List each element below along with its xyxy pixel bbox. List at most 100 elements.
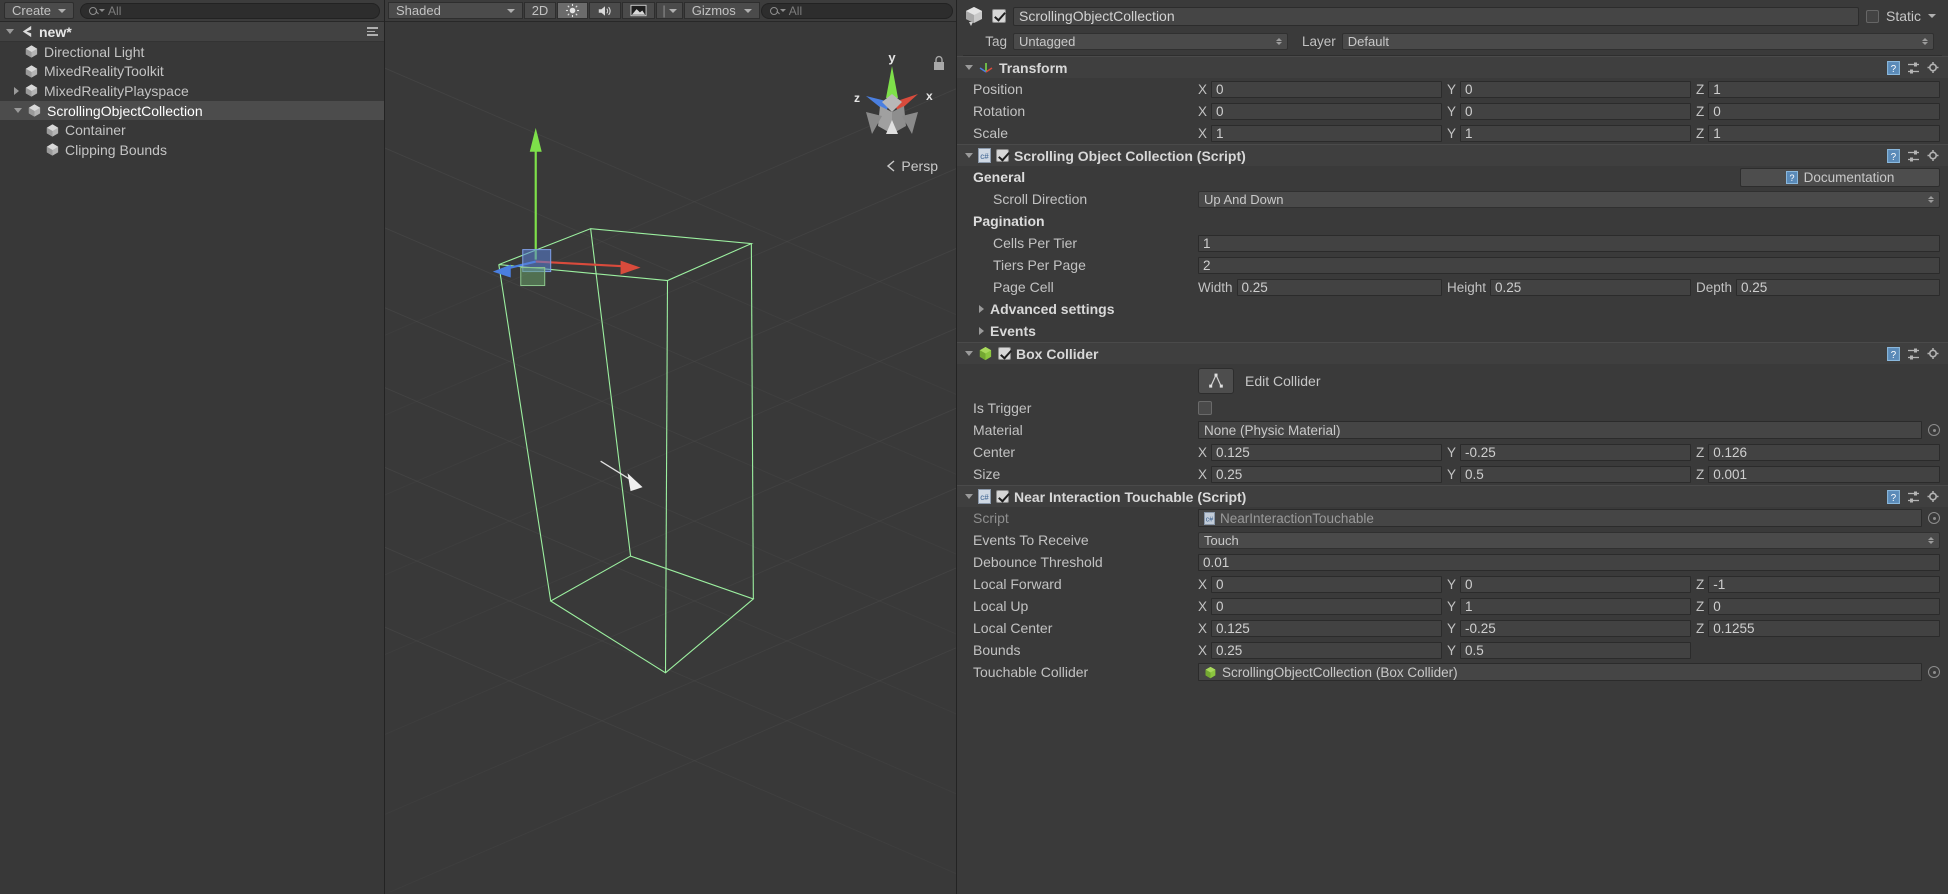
box-collider-header[interactable]: Box Collider ? bbox=[957, 343, 1948, 364]
hierarchy-item-5[interactable]: Clipping Bounds bbox=[0, 140, 384, 160]
center-z-input[interactable]: 0.126 bbox=[1708, 444, 1940, 461]
local-up-x-input[interactable]: 0 bbox=[1211, 598, 1442, 615]
shading-mode-dropdown[interactable]: Shaded bbox=[388, 2, 523, 19]
hierarchy-scene-row[interactable]: new* bbox=[0, 22, 384, 42]
transform-x-input[interactable]: 1 bbox=[1211, 125, 1442, 142]
local-up-y-input[interactable]: 1 bbox=[1460, 598, 1691, 615]
help-icon[interactable]: ? bbox=[1887, 149, 1900, 163]
help-icon[interactable]: ? bbox=[1887, 61, 1900, 75]
object-picker-icon[interactable] bbox=[1928, 666, 1940, 678]
hierarchy-item-0[interactable]: Directional Light bbox=[0, 42, 384, 62]
transform-x-input[interactable]: 0 bbox=[1211, 103, 1442, 120]
scrolling-collection-enabled-checkbox[interactable] bbox=[996, 149, 1009, 162]
hierarchy-item-4[interactable]: Container bbox=[0, 120, 384, 140]
page-cell-height-input[interactable]: 0.25 bbox=[1490, 279, 1691, 296]
is-trigger-checkbox[interactable] bbox=[1198, 401, 1212, 415]
layer-dropdown[interactable]: Default bbox=[1342, 33, 1934, 50]
transform-y-input[interactable]: 0 bbox=[1460, 103, 1691, 120]
lock-icon[interactable] bbox=[932, 55, 946, 71]
edit-collider-button[interactable] bbox=[1198, 368, 1234, 394]
scroll-direction-dropdown[interactable]: Up And Down bbox=[1198, 191, 1940, 208]
chevron-down-icon[interactable] bbox=[965, 351, 973, 356]
local-center-x-input[interactable]: 0.125 bbox=[1211, 620, 1442, 637]
scene-search-input[interactable]: All bbox=[761, 3, 953, 19]
box-collider-enabled-checkbox[interactable] bbox=[998, 347, 1011, 360]
chevron-right-icon[interactable] bbox=[14, 87, 19, 95]
help-icon[interactable]: ? bbox=[1887, 490, 1900, 504]
transform-z-input[interactable]: 1 bbox=[1708, 81, 1940, 98]
size-x-input[interactable]: 0.25 bbox=[1211, 466, 1442, 483]
local-center-y-input[interactable]: -0.25 bbox=[1460, 620, 1691, 637]
bounds-y-input[interactable]: 0.5 bbox=[1460, 642, 1691, 659]
size-z-input[interactable]: 0.001 bbox=[1708, 466, 1940, 483]
static-checkbox[interactable] bbox=[1866, 10, 1879, 23]
size-label: Size bbox=[973, 466, 1198, 482]
object-enabled-checkbox[interactable] bbox=[992, 9, 1006, 23]
events-to-receive-dropdown[interactable]: Touch bbox=[1198, 532, 1940, 549]
chevron-down-icon[interactable] bbox=[965, 65, 973, 70]
preset-icon[interactable] bbox=[1907, 149, 1920, 163]
toggle-2d-button[interactable]: 2D bbox=[524, 2, 557, 19]
gizmos-dropdown[interactable]: Gizmos bbox=[684, 2, 760, 19]
tag-dropdown[interactable]: Untagged bbox=[1013, 33, 1288, 50]
scrolling-collection-header[interactable]: c# Scrolling Object Collection (Script) … bbox=[957, 145, 1948, 166]
tiers-per-page-input[interactable]: 2 bbox=[1198, 257, 1940, 274]
near-interaction-header[interactable]: c# Near Interaction Touchable (Script) ? bbox=[957, 486, 1948, 507]
preset-icon[interactable] bbox=[1907, 490, 1920, 504]
near-interaction-enabled-checkbox[interactable] bbox=[996, 490, 1009, 503]
scene-audio-button[interactable] bbox=[589, 2, 621, 19]
hierarchy-item-2[interactable]: MixedRealityPlayspace bbox=[0, 81, 384, 101]
center-y-input[interactable]: -0.25 bbox=[1460, 444, 1691, 461]
transform-z-input[interactable]: 1 bbox=[1708, 125, 1940, 142]
cells-per-tier-input[interactable]: 1 bbox=[1198, 235, 1940, 252]
material-object-field[interactable]: None (Physic Material) bbox=[1198, 421, 1922, 439]
hierarchy-item-3[interactable]: ScrollingObjectCollection bbox=[0, 101, 384, 121]
scene-fx-button[interactable] bbox=[622, 2, 655, 19]
local-up-z-input[interactable]: 0 bbox=[1708, 598, 1940, 615]
chevron-down-icon[interactable] bbox=[6, 29, 14, 34]
help-icon[interactable]: ? bbox=[1887, 347, 1900, 361]
hierarchy-item-1[interactable]: MixedRealityToolkit bbox=[0, 62, 384, 82]
local-center-z-input[interactable]: 0.1255 bbox=[1708, 620, 1940, 637]
camera-projection-label[interactable]: Persp bbox=[885, 158, 938, 174]
chevron-down-icon[interactable] bbox=[965, 494, 973, 499]
object-picker-icon[interactable] bbox=[1928, 512, 1940, 524]
hierarchy-search-input[interactable]: All bbox=[80, 3, 380, 19]
hierarchy-options-icon[interactable] bbox=[367, 27, 378, 36]
gear-icon[interactable] bbox=[1927, 490, 1940, 504]
documentation-button[interactable]: ? Documentation bbox=[1740, 168, 1940, 187]
touchable-collider-object-field[interactable]: ScrollingObjectCollection (Box Collider) bbox=[1198, 663, 1922, 681]
object-picker-icon[interactable] bbox=[1928, 424, 1940, 436]
gear-icon[interactable] bbox=[1927, 347, 1940, 361]
preset-icon[interactable] bbox=[1907, 347, 1920, 361]
local-forward-y-input[interactable]: 0 bbox=[1460, 576, 1691, 593]
create-button[interactable]: Create bbox=[4, 2, 74, 19]
gear-icon[interactable] bbox=[1927, 149, 1940, 163]
bounds-x-input[interactable]: 0.25 bbox=[1211, 642, 1442, 659]
transform-y-input[interactable]: 1 bbox=[1460, 125, 1691, 142]
scene-orientation-gizmo[interactable]: y z x bbox=[846, 50, 938, 153]
local-center-x-value: 0.125 bbox=[1216, 621, 1250, 636]
page-cell-depth-input[interactable]: 0.25 bbox=[1736, 279, 1940, 296]
transform-y-input[interactable]: 0 bbox=[1460, 81, 1691, 98]
local-forward-x-input[interactable]: 0 bbox=[1211, 576, 1442, 593]
scene-fx-dropdown[interactable]: | bbox=[656, 2, 682, 19]
debounce-threshold-input[interactable]: 0.01 bbox=[1198, 554, 1940, 571]
gear-icon[interactable] bbox=[1927, 61, 1940, 75]
chevron-down-icon[interactable] bbox=[965, 153, 973, 158]
chevron-down-icon[interactable] bbox=[14, 108, 22, 113]
advanced-settings-foldout[interactable]: Advanced settings bbox=[957, 298, 1948, 320]
transform-z-input[interactable]: 0 bbox=[1708, 103, 1940, 120]
events-foldout[interactable]: Events bbox=[957, 320, 1948, 342]
local-forward-z-input[interactable]: -1 bbox=[1708, 576, 1940, 593]
center-x-input[interactable]: 0.125 bbox=[1211, 444, 1442, 461]
scene-canvas[interactable]: y z x bbox=[385, 22, 956, 894]
transform-x-input[interactable]: 0 bbox=[1211, 81, 1442, 98]
scene-lighting-button[interactable] bbox=[557, 2, 588, 19]
size-y-input[interactable]: 0.5 bbox=[1460, 466, 1691, 483]
preset-icon[interactable] bbox=[1907, 61, 1920, 75]
transform-header[interactable]: Transform ? bbox=[957, 57, 1948, 78]
object-name-input[interactable]: ScrollingObjectCollection bbox=[1013, 7, 1859, 26]
chevron-down-icon[interactable] bbox=[1928, 14, 1936, 18]
page-cell-width-input[interactable]: 0.25 bbox=[1237, 279, 1442, 296]
